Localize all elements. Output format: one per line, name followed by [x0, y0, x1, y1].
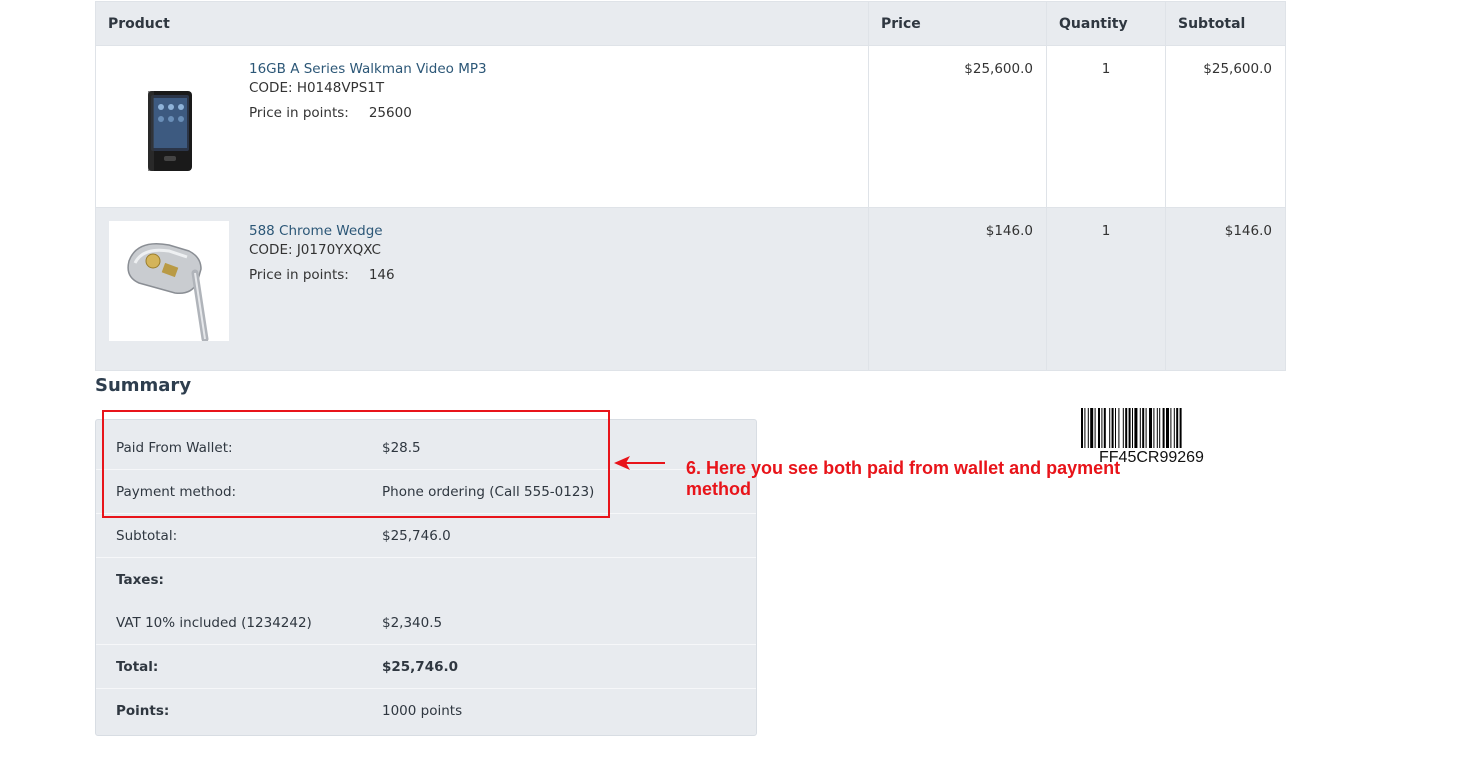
- barcode-bar: [1159, 408, 1161, 448]
- summary-label: Taxes:: [116, 572, 164, 588]
- column-header-subtotal: Subtotal: [1165, 1, 1286, 46]
- barcode-bar: [1103, 408, 1106, 448]
- summary-value: 1000 points: [382, 703, 463, 719]
- barcode-bar: [1134, 408, 1138, 448]
- points-label: Price in points:: [249, 105, 349, 121]
- barcode-bar: [1098, 408, 1100, 448]
- column-header-price: Price: [868, 1, 1047, 46]
- barcode-bar: [1122, 408, 1124, 448]
- barcode-bar: [1173, 408, 1175, 448]
- summary-value: $25,746.0: [382, 659, 459, 675]
- summary-label: Total:: [116, 659, 159, 675]
- barcode-bar: [1118, 408, 1120, 448]
- summary-value: $2,340.5: [382, 615, 443, 631]
- column-header-product: Product: [95, 1, 869, 46]
- mp3-player-image[interactable]: [109, 59, 229, 179]
- product-name-link[interactable]: 588 Chrome Wedge: [249, 222, 395, 241]
- barcode-bar: [1132, 408, 1133, 448]
- summary-row-total: Total: $25,746.0: [96, 645, 756, 689]
- barcode-bar: [1153, 408, 1155, 448]
- summary-title: Summary: [95, 375, 192, 396]
- barcode-bar: [1084, 408, 1086, 448]
- annotation-arrow-icon: [614, 456, 665, 470]
- annotation-note: 6. Here you see both paid from wallet an…: [686, 458, 1121, 499]
- points-value: 146: [368, 267, 395, 283]
- summary-row-taxes: Taxes:: [96, 558, 756, 602]
- golf-wedge-image[interactable]: [109, 221, 229, 343]
- barcode-bar: [1142, 408, 1145, 448]
- barcode-bar: [1111, 408, 1114, 448]
- column-header-quantity: Quantity: [1046, 1, 1166, 46]
- barcode-bar: [1128, 408, 1131, 448]
- product-name-link[interactable]: 16GB A Series Walkman Video MP3: [249, 60, 487, 79]
- barcode-bar: [1179, 408, 1182, 448]
- table-header-row: Product Price Quantity Subtotal: [95, 1, 1286, 46]
- product-cell: 16GB A Series Walkman Video MP3 CODE: H0…: [95, 45, 869, 208]
- barcode-bar: [1125, 408, 1128, 448]
- product-code: CODE: H0148VPS1T: [249, 80, 385, 96]
- product-code: CODE: J0170YXQXC: [249, 242, 381, 258]
- barcode-bar: [1162, 408, 1165, 448]
- barcode-bar: [1149, 408, 1152, 448]
- order-items-table: Product Price Quantity Subtotal 16GB A S…: [95, 1, 1286, 371]
- table-row: 588 Chrome Wedge CODE: J0170YXQXC Price …: [95, 207, 1286, 371]
- barcode-bar: [1094, 408, 1096, 448]
- barcode-bar: [1090, 408, 1094, 448]
- annotation-highlight-box: [102, 410, 610, 518]
- table-row: 16GB A Series Walkman Video MP3 CODE: H0…: [95, 45, 1286, 208]
- barcode-bar: [1115, 408, 1116, 448]
- subtotal-cell: $146.0: [1165, 207, 1286, 371]
- barcode-bar: [1101, 408, 1103, 448]
- quantity-cell: 1: [1046, 45, 1166, 208]
- product-points: Price in points: 25600: [249, 104, 487, 123]
- subtotal-cell: $25,600.0: [1165, 45, 1286, 208]
- summary-label: VAT 10% included (1234242): [116, 615, 312, 631]
- points-value: 25600: [368, 105, 412, 121]
- summary-label: Points:: [116, 703, 170, 719]
- barcode-bar: [1166, 408, 1169, 448]
- product-points: Price in points: 146: [249, 266, 395, 285]
- barcode-bar: [1087, 408, 1089, 448]
- barcode-bar: [1176, 408, 1179, 448]
- barcode-bar: [1156, 408, 1158, 448]
- summary-row-points: Points: 1000 points: [96, 689, 756, 733]
- summary-row-vat: VAT 10% included (1234242) $2,340.5: [96, 601, 756, 645]
- price-cell: $146.0: [868, 207, 1047, 371]
- summary-value: $25,746.0: [382, 528, 451, 544]
- barcode-bar: [1081, 408, 1083, 448]
- barcode-bar: [1109, 408, 1111, 448]
- barcode-code: FF45CR99269: [1099, 449, 1204, 466]
- price-cell: $25,600.0: [868, 45, 1047, 208]
- barcode-image: [1081, 408, 1182, 448]
- barcode-bar: [1145, 408, 1147, 448]
- product-cell: 588 Chrome Wedge CODE: J0170YXQXC Price …: [95, 207, 869, 371]
- barcode-bar: [1170, 408, 1172, 448]
- points-label: Price in points:: [249, 267, 349, 283]
- quantity-cell: 1: [1046, 207, 1166, 371]
- barcode-bar: [1139, 408, 1141, 448]
- summary-label: Subtotal:: [116, 528, 178, 544]
- summary-row-subtotal: Subtotal: $25,746.0: [96, 514, 756, 558]
